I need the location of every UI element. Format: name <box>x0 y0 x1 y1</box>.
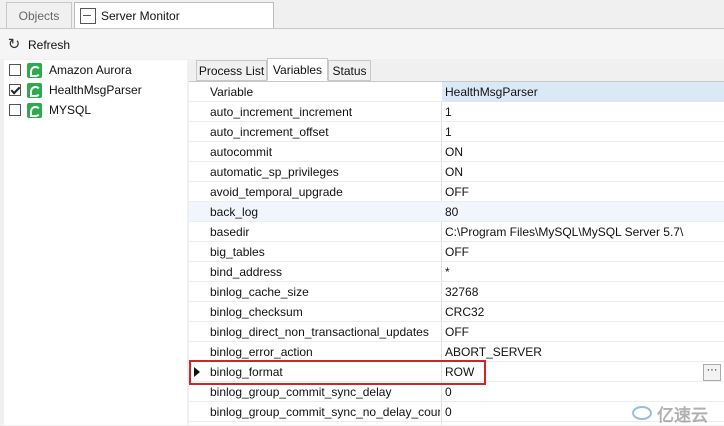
row-indicator <box>189 222 206 242</box>
table-row-selected[interactable]: binlog_format ROW ··· <box>189 362 724 382</box>
toolbar <box>0 29 724 59</box>
watermark: 亿速云 <box>632 403 708 425</box>
server-name: MYSQL <box>49 103 92 117</box>
current-row-indicator-icon <box>189 362 206 382</box>
variable-value[interactable]: 1 <box>445 102 720 122</box>
tab-server-monitor[interactable]: Server Monitor <box>74 2 274 28</box>
column-header-value[interactable]: HealthMsgParser <box>442 82 724 102</box>
table-row[interactable]: binlog_cache_size 32768 <box>189 282 724 302</box>
table-row[interactable]: binlog_checksum CRC32 <box>189 302 724 322</box>
table-row[interactable]: autocommit ON <box>189 142 724 162</box>
server-list: Amazon Aurora HealthMsgParser MYSQL <box>4 60 187 425</box>
variable-value[interactable]: OFF <box>445 182 720 202</box>
tab-process-list-label: Process List <box>198 63 265 78</box>
refresh-icon: ↻ <box>7 36 21 53</box>
refresh-label: Refresh <box>28 38 71 52</box>
row-indicator <box>189 322 206 342</box>
variable-value[interactable]: ROW <box>445 362 720 382</box>
table-row[interactable]: auto_increment_increment 1 <box>189 102 724 122</box>
tab-server-monitor-label: Server Monitor <box>101 8 180 23</box>
variable-name: binlog_format <box>210 365 283 379</box>
table-row[interactable]: big_tables OFF <box>189 242 724 262</box>
variables-grid[interactable]: Variable HealthMsgParser auto_increment_… <box>189 81 724 425</box>
variable-value[interactable]: ON <box>445 162 720 182</box>
variable-name: binlog_cache_size <box>210 285 309 299</box>
variable-name: automatic_sp_privileges <box>210 165 339 179</box>
row-indicator <box>189 102 206 122</box>
server-item-healthmsgparser[interactable]: HealthMsgParser <box>4 80 187 100</box>
variable-name: auto_increment_increment <box>210 105 353 119</box>
database-icon <box>27 82 42 98</box>
row-indicator <box>189 122 206 142</box>
variable-value[interactable]: 80 <box>445 202 720 222</box>
row-indicator <box>189 262 206 282</box>
variable-value[interactable]: CRC32 <box>445 302 720 322</box>
variable-name: basedir <box>210 225 250 239</box>
variable-name: back_log <box>210 205 259 219</box>
row-indicator <box>189 342 206 362</box>
row-indicator <box>189 242 206 262</box>
tab-objects[interactable]: Objects <box>6 2 72 28</box>
server-checkbox[interactable] <box>9 64 21 76</box>
row-indicator <box>189 142 206 162</box>
variable-value[interactable]: * <box>445 262 720 282</box>
server-checkbox[interactable] <box>9 84 21 96</box>
server-item-mysql[interactable]: MYSQL <box>4 100 187 120</box>
server-name: HealthMsgParser <box>49 83 142 97</box>
variable-value[interactable]: 0 <box>445 382 720 402</box>
tab-variables-label: Variables <box>272 62 323 77</box>
table-row[interactable]: auto_increment_offset 1 <box>189 122 724 142</box>
server-checkbox[interactable] <box>9 104 21 116</box>
refresh-button[interactable]: ↻ Refresh <box>6 36 70 54</box>
variable-value[interactable]: ON <box>445 142 720 162</box>
variable-value[interactable]: 1 <box>445 122 720 142</box>
database-icon <box>27 102 42 118</box>
variable-name: binlog_group_commit_sync_delay <box>210 385 392 399</box>
row-indicator <box>189 382 206 402</box>
table-row[interactable]: binlog_error_action ABORT_SERVER <box>189 342 724 362</box>
variable-name: binlog_error_action <box>210 345 313 359</box>
tab-objects-label: Objects <box>18 8 60 23</box>
table-row[interactable]: bind_address * <box>189 262 724 282</box>
variable-name: binlog_group_commit_sync_no_delay_count <box>210 405 440 419</box>
tab-variables[interactable]: Variables <box>267 58 328 81</box>
variable-name: bind_address <box>210 265 283 279</box>
table-row[interactable]: back_log 80 <box>189 202 724 222</box>
variable-name: binlog_checksum <box>210 305 303 319</box>
variable-value[interactable]: C:\Program Files\MySQL\MySQL Server 5.7\ <box>445 222 720 242</box>
table-row[interactable]: automatic_sp_privileges ON <box>189 162 724 182</box>
column-header-variable[interactable]: Variable <box>210 82 440 102</box>
variable-name: binlog_direct_non_transactional_updates <box>210 325 429 339</box>
table-row[interactable]: binlog_direct_non_transactional_updates O… <box>189 322 724 342</box>
table-row[interactable]: binlog_group_commit_sync_delay 0 <box>189 382 724 402</box>
tab-process-list[interactable]: Process List <box>196 60 267 81</box>
row-indicator <box>189 202 206 222</box>
watermark-text: 亿速云 <box>657 405 708 425</box>
variable-value[interactable]: OFF <box>445 242 720 262</box>
variable-name: big_tables <box>210 245 265 259</box>
row-indicator <box>189 162 206 182</box>
cloud-logo-icon <box>632 406 652 420</box>
variable-name: avoid_temporal_upgrade <box>210 185 343 199</box>
database-icon <box>27 62 42 78</box>
variable-name: autocommit <box>210 145 273 159</box>
variable-name: auto_increment_offset <box>210 125 329 139</box>
monitor-icon <box>80 7 96 24</box>
server-name: Amazon Aurora <box>49 63 132 77</box>
row-indicator <box>189 302 206 322</box>
server-item-amazon-aurora[interactable]: Amazon Aurora <box>4 60 187 80</box>
variable-value[interactable]: OFF <box>445 322 720 342</box>
row-indicator <box>189 182 206 202</box>
tab-status[interactable]: Status <box>328 60 371 81</box>
variable-value[interactable]: 32768 <box>445 282 720 302</box>
grid-header: Variable HealthMsgParser <box>189 82 724 102</box>
tab-status-label: Status <box>332 63 367 78</box>
variable-value[interactable]: ABORT_SERVER <box>445 342 720 362</box>
table-row[interactable]: basedir C:\Program Files\MySQL\MySQL Serv… <box>189 222 724 242</box>
row-indicator <box>189 282 206 302</box>
row-indicator <box>189 402 206 422</box>
ellipsis-button[interactable]: ··· <box>703 364 721 381</box>
table-row[interactable]: avoid_temporal_upgrade OFF <box>189 182 724 202</box>
